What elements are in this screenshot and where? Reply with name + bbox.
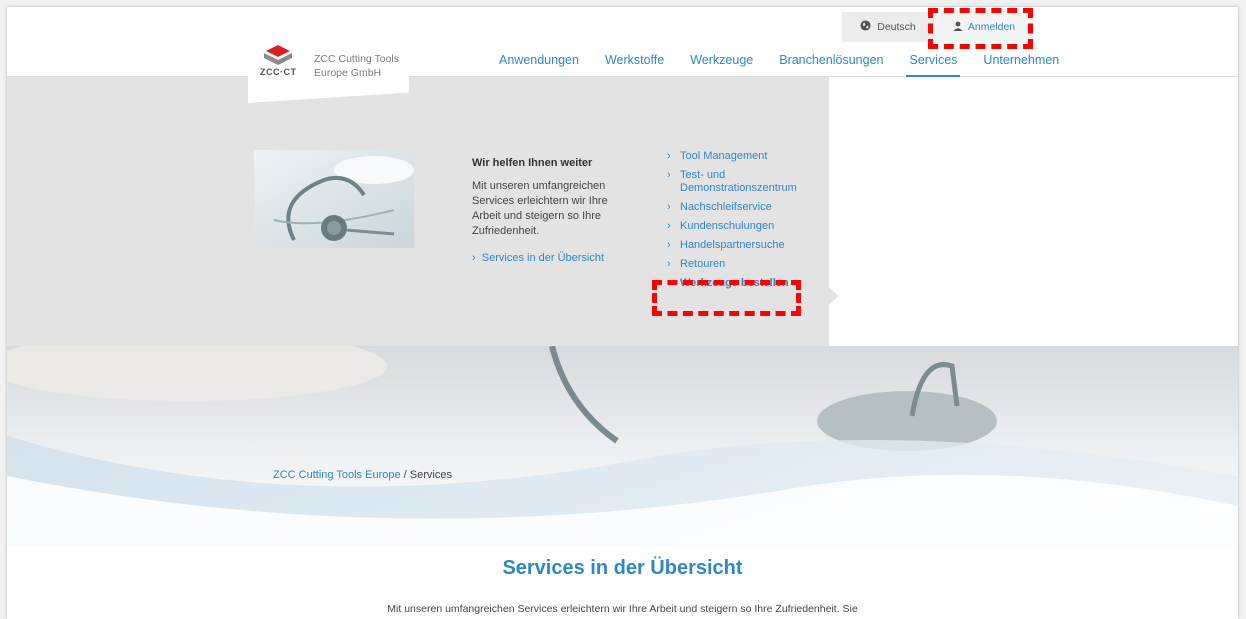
logo-line-2: Europe GmbH <box>314 67 382 79</box>
order-tools-highlight-box <box>652 280 801 316</box>
mega-intro-title: Wir helfen Ihnen weiter <box>472 157 593 169</box>
service-link-retouren[interactable]: › Retouren <box>667 258 837 271</box>
mega-menu-side-panel <box>829 77 1238 346</box>
main-navigation: Anwendungen Werkstoffe Werkzeuge Branche… <box>486 52 1072 77</box>
nav-werkstoffe[interactable]: Werkstoffe <box>592 52 677 76</box>
page-intro-text: Mit unseren umfangreichen Services erlei… <box>387 603 858 615</box>
nav-anwendungen[interactable]: Anwendungen <box>486 52 592 76</box>
login-highlight-box <box>928 8 1033 49</box>
service-link-kundenschulungen[interactable]: › Kundenschulungen <box>667 220 837 233</box>
chevron-right-icon: › <box>667 239 671 251</box>
nav-werkzeuge[interactable]: Werkzeuge <box>677 52 766 76</box>
chevron-right-icon: › <box>667 150 671 162</box>
mega-intro-text: Mit unseren umfangreichen Services erlei… <box>472 180 608 237</box>
breadcrumb-home-link[interactable]: ZCC Cutting Tools Europe <box>273 469 401 481</box>
services-overview-link[interactable]: › Services in der Übersicht <box>472 252 604 264</box>
site-header: Deutsch Anmelden Anwendungen Werkstoffe … <box>7 7 1238 77</box>
service-link-handelspartnersuche[interactable]: › Handelspartnersuche <box>667 239 837 252</box>
logo-line-1: ZCC Cutting Tools <box>314 53 400 65</box>
service-link-tool-management[interactable]: › Tool Management <box>667 150 837 163</box>
service-link-test-zentrum[interactable]: › Test- und Demonstrationszentrum <box>667 169 837 195</box>
services-list: › Tool Management › Test- und Demonstratio… <box>667 150 837 296</box>
nav-services[interactable]: Services <box>896 52 970 77</box>
chevron-right-icon: › <box>667 258 671 270</box>
language-label: Deutsch <box>877 21 916 33</box>
breadcrumb: ZCC Cutting Tools Europe / Services <box>273 469 452 481</box>
breadcrumb-current: Services <box>409 469 452 481</box>
nav-unternehmen[interactable]: Unternehmen <box>970 52 1072 76</box>
headset-image <box>254 150 414 248</box>
company-logo[interactable]: ZCC Cutting Tools Europe GmbH ZCC·CT <box>248 7 409 103</box>
hero-banner <box>7 346 1238 546</box>
logo-mark-text: ZCC·CT <box>260 67 297 77</box>
service-link-nachschleifservice[interactable]: › Nachschleifservice <box>667 201 837 214</box>
chevron-right-icon: › <box>667 201 671 213</box>
breadcrumb-separator: / <box>400 469 410 481</box>
chevron-right-icon: › <box>472 252 482 264</box>
nav-branchenloesungen[interactable]: Branchenlösungen <box>766 52 896 76</box>
active-item-pointer <box>829 287 838 305</box>
language-selector[interactable]: Deutsch <box>842 12 934 42</box>
chevron-right-icon: › <box>667 220 671 232</box>
browser-page: Deutsch Anmelden Anwendungen Werkstoffe … <box>7 7 1238 619</box>
globe-icon <box>860 20 871 34</box>
page-title: Services in der Übersicht <box>502 557 743 579</box>
chevron-right-icon: › <box>667 169 671 181</box>
